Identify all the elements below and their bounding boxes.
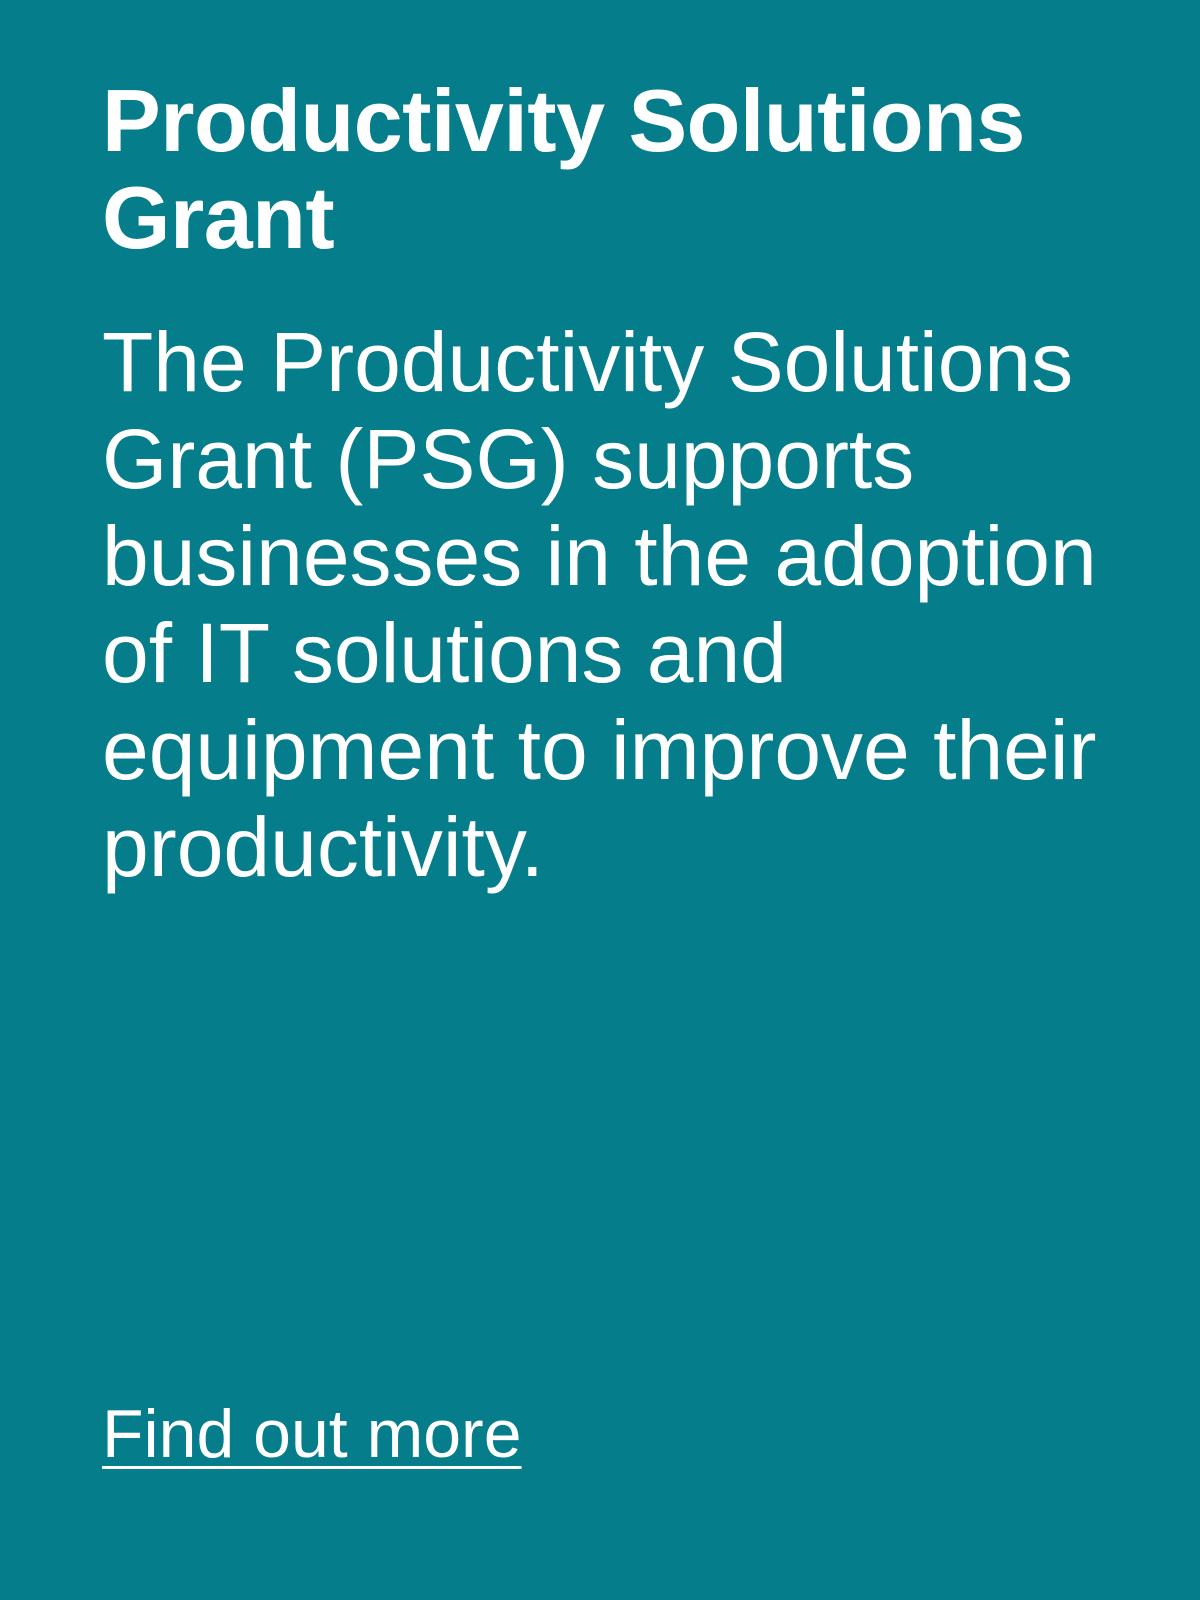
card-description: The Productivity Solutions Grant (PSG) s…	[102, 315, 1097, 894]
find-out-more-link[interactable]: Find out more	[102, 1394, 522, 1474]
psg-card: Productivity Solutions Grant The Product…	[0, 0, 1200, 1600]
card-title: Productivity Solutions Grant	[102, 71, 1025, 267]
